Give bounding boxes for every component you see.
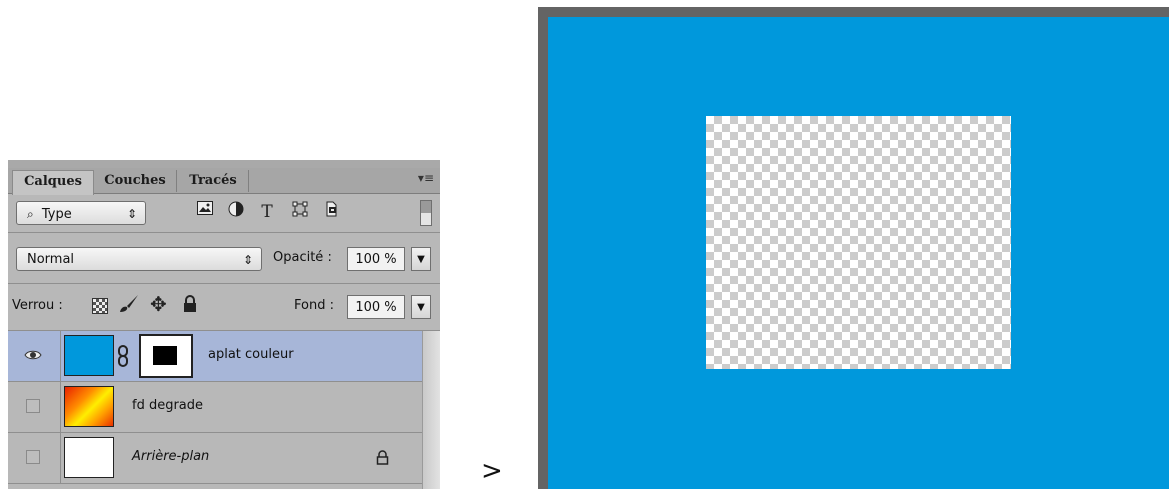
opacity-input[interactable]: 100 % [347, 247, 405, 271]
panel-header-strip [8, 160, 440, 168]
visibility-toggle[interactable] [26, 450, 40, 464]
layer-name[interactable]: Arrière-plan [132, 449, 209, 464]
panel-tab-bar: Calques Couches Tracés ▾≡ [8, 168, 440, 195]
layer-row-arriere-plan[interactable]: Arrière-plan [8, 433, 422, 484]
blend-row: Normal ⇕ Opacité : 100 % ▼ [8, 233, 440, 284]
filter-row: ⌕ Type ⇕ T [8, 194, 440, 233]
text-filter-icon[interactable]: T [256, 201, 278, 223]
visibility-column [8, 382, 61, 432]
layers-panel: Calques Couches Tracés ▾≡ ⌕ Type ⇕ T Nor… [8, 160, 440, 489]
select-arrows-icon: ⇕ [126, 207, 137, 221]
lock-icon [376, 450, 389, 469]
fill-dropdown-icon[interactable]: ▼ [411, 295, 431, 319]
adjustment-filter-icon[interactable] [225, 201, 247, 223]
layer-row-fd-degrade[interactable]: fd degrade [8, 382, 422, 433]
search-icon: ⌕ [27, 207, 34, 221]
shape-filter-icon[interactable] [289, 201, 311, 223]
mask-selection-corner [143, 338, 152, 347]
opacity-label: Opacité : [273, 250, 332, 265]
tab-calques[interactable]: Calques [12, 170, 94, 195]
transparent-area [706, 116, 1011, 369]
transition-arrow: > [481, 456, 503, 486]
layer-name[interactable]: fd degrade [132, 398, 203, 413]
layer-thumbnail [64, 437, 114, 478]
lock-pixels-icon[interactable] [118, 294, 140, 318]
visibility-column [8, 331, 61, 381]
fill-label: Fond : [294, 298, 334, 313]
lock-all-icon[interactable] [182, 295, 198, 317]
lock-position-icon[interactable]: ✥ [150, 294, 167, 314]
tab-couches[interactable]: Couches [94, 170, 177, 192]
tab-traces[interactable]: Tracés [178, 170, 249, 192]
blend-mode-select[interactable]: Normal ⇕ [16, 247, 262, 271]
filter-type-label: Type [41, 207, 72, 222]
opacity-dropdown-icon[interactable]: ▼ [411, 247, 431, 271]
lock-row: Verrou : ✥ Fond : 100 % ▼ [8, 284, 440, 331]
filter-type-select[interactable]: ⌕ Type ⇕ [16, 201, 146, 225]
layer-thumbnail [64, 386, 114, 427]
image-filter-icon[interactable] [194, 201, 216, 223]
mask-shape [153, 346, 177, 365]
visibility-toggle[interactable] [26, 399, 40, 413]
layer-name[interactable]: aplat couleur [208, 347, 294, 362]
blend-mode-label: Normal [27, 252, 75, 267]
layer-mask-thumbnail[interactable] [139, 334, 193, 378]
lock-label: Verrou : [12, 298, 63, 313]
select-arrows-icon: ⇕ [242, 253, 253, 267]
layer-thumbnail [64, 335, 114, 376]
smart-object-filter-icon[interactable] [320, 201, 342, 223]
panel-menu-icon[interactable]: ▾≡ [418, 171, 434, 185]
layer-row-aplat-couleur[interactable]: aplat couleur [8, 331, 422, 382]
link-icon[interactable] [117, 345, 129, 371]
lock-transparency-icon[interactable] [92, 298, 108, 314]
visibility-column [8, 433, 61, 483]
filter-toggle-switch[interactable] [420, 200, 432, 226]
layers-scrollbar[interactable] [422, 331, 440, 489]
eye-icon[interactable] [24, 349, 42, 365]
fill-input[interactable]: 100 % [347, 295, 405, 319]
